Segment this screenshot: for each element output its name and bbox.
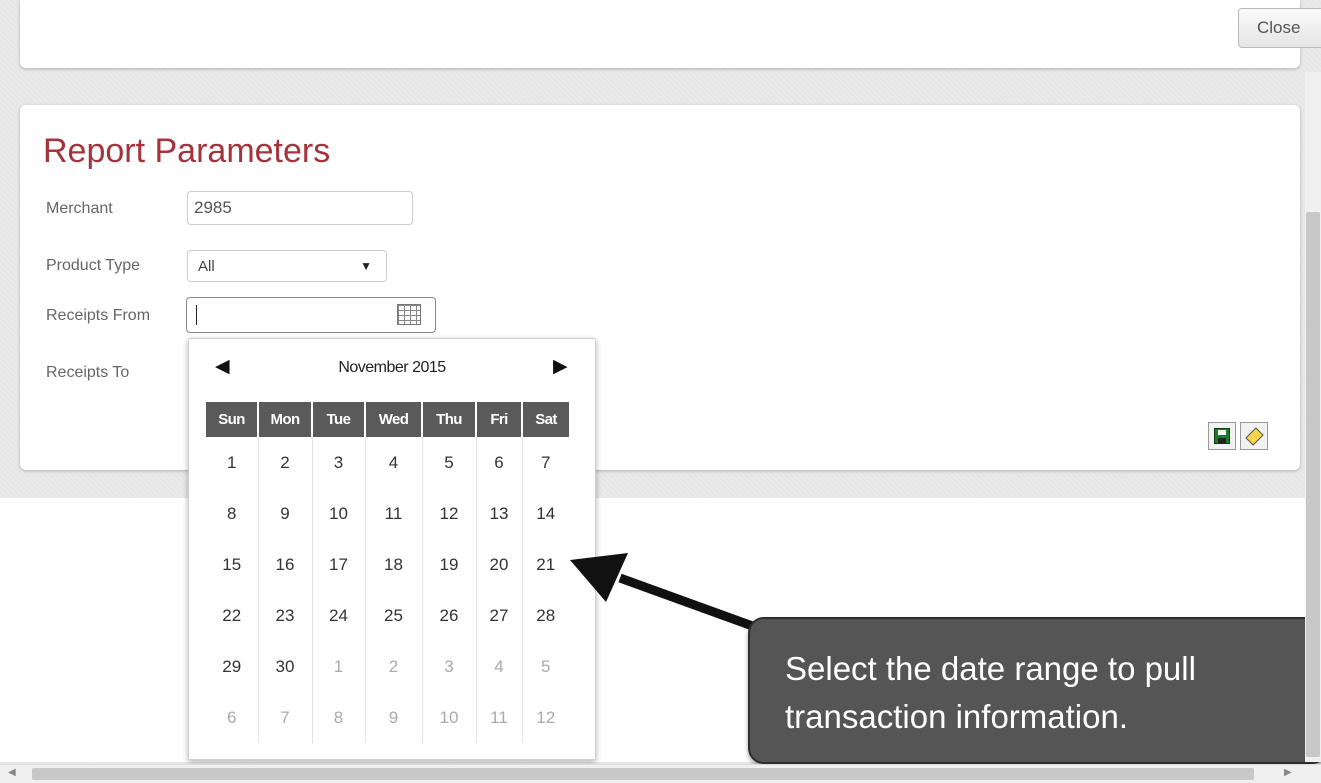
calendar-day-other-month[interactable]: 12 [521, 692, 569, 743]
calendar-day-other-month[interactable]: 7 [257, 692, 312, 743]
weekday-header: Tue [311, 402, 365, 437]
calendar-day[interactable]: 19 [421, 539, 476, 590]
calendar-day[interactable]: 14 [521, 488, 569, 539]
merchant-input[interactable] [187, 191, 413, 225]
calendar-day[interactable]: 8 [206, 488, 258, 539]
calendar-day[interactable]: 26 [421, 590, 476, 641]
product-type-select[interactable]: All ▼ [187, 250, 387, 282]
calendar-day[interactable]: 1 [206, 437, 258, 488]
next-month-icon[interactable]: ▶ [553, 355, 568, 378]
calendar-day[interactable]: 4 [364, 437, 422, 488]
callout-text: Select the date range to pull transactio… [785, 650, 1196, 735]
receipts-from-label: Receipts From [46, 307, 151, 324]
calendar-day[interactable]: 29 [206, 641, 258, 692]
calendar-day[interactable]: 23 [257, 590, 312, 641]
calendar-day[interactable]: 20 [475, 539, 522, 590]
calendar-day[interactable]: 28 [521, 590, 569, 641]
calendar-day-other-month[interactable]: 9 [364, 692, 422, 743]
calendar-day[interactable]: 9 [257, 488, 312, 539]
calendar-day-other-month[interactable]: 2 [364, 641, 422, 692]
calendar-day[interactable]: 21 [521, 539, 569, 590]
calendar-week: 6 7 8 9 10 11 12 [206, 692, 569, 743]
weekday-header: Mon [257, 402, 312, 437]
product-type-label: Product Type [46, 257, 140, 274]
calendar-icon[interactable] [397, 304, 421, 325]
chevron-down-icon: ▼ [360, 259, 372, 273]
calendar-week: 29 30 1 2 3 4 5 [206, 641, 569, 692]
calendar-day[interactable]: 27 [475, 590, 522, 641]
calendar-day[interactable]: 3 [311, 437, 365, 488]
month-title: November 2015 [338, 359, 446, 376]
calendar-day[interactable]: 17 [311, 539, 365, 590]
calendar-day[interactable]: 18 [364, 539, 422, 590]
text-cursor [196, 305, 197, 325]
calendar-day-other-month[interactable]: 3 [421, 641, 476, 692]
calendar-day-other-month[interactable]: 4 [475, 641, 522, 692]
calendar-day-other-month[interactable]: 6 [206, 692, 258, 743]
calendar-day[interactable]: 7 [521, 437, 569, 488]
merchant-label: Merchant [46, 200, 113, 217]
vertical-scrollbar[interactable] [1305, 72, 1321, 762]
calendar-grid: Sun Mon Tue Wed Thu Fri Sat 1 2 3 4 5 6 … [206, 402, 569, 743]
vertical-scroll-thumb[interactable] [1306, 212, 1320, 757]
calendar-day[interactable]: 16 [257, 539, 312, 590]
eraser-icon[interactable] [1240, 422, 1268, 450]
weekday-header: Fri [475, 402, 522, 437]
calendar-day[interactable]: 15 [206, 539, 258, 590]
close-button[interactable]: Close [1238, 8, 1321, 48]
weekday-row: Sun Mon Tue Wed Thu Fri Sat [206, 402, 569, 437]
calendar-day[interactable]: 2 [257, 437, 312, 488]
product-type-value: All [198, 258, 215, 275]
scroll-right-icon[interactable]: ▶ [1284, 767, 1292, 778]
calendar-day[interactable]: 25 [364, 590, 422, 641]
floppy-shutter [1218, 438, 1226, 443]
top-panel [20, 0, 1300, 68]
calendar-day-other-month[interactable]: 11 [475, 692, 522, 743]
receipts-to-label: Receipts To [46, 364, 130, 381]
calendar-week: 22 23 24 25 26 27 28 [206, 590, 569, 641]
datepicker: ◀ November 2015 ▶ Sun Mon Tue Wed Thu Fr… [188, 338, 596, 760]
calendar-day-other-month[interactable]: 8 [311, 692, 365, 743]
calendar-day-other-month[interactable]: 10 [421, 692, 476, 743]
eraser-body [1245, 427, 1264, 446]
calendar-day[interactable]: 5 [421, 437, 476, 488]
calendar-day-other-month[interactable]: 5 [521, 641, 569, 692]
floppy-label [1218, 430, 1226, 435]
weekday-header: Sun [206, 402, 258, 437]
calendar-week: 15 16 17 18 19 20 21 [206, 539, 569, 590]
calendar-week: 8 9 10 11 12 13 14 [206, 488, 569, 539]
weekday-header: Sat [521, 402, 569, 437]
horizontal-scrollbar[interactable]: ◀ ▶ [0, 764, 1321, 783]
calendar-day[interactable]: 24 [311, 590, 365, 641]
calendar-day[interactable]: 11 [364, 488, 422, 539]
horizontal-scroll-thumb[interactable] [32, 768, 1254, 780]
calendar-day[interactable]: 10 [311, 488, 365, 539]
weekday-header: Wed [364, 402, 422, 437]
calendar-day[interactable]: 12 [421, 488, 476, 539]
calendar-week: 1 2 3 4 5 6 7 [206, 437, 569, 488]
weekday-header: Thu [421, 402, 476, 437]
save-icon[interactable] [1208, 422, 1236, 450]
callout-box: Select the date range to pull transactio… [748, 617, 1321, 764]
calendar-day-other-month[interactable]: 1 [311, 641, 365, 692]
calendar-day[interactable]: 13 [475, 488, 522, 539]
calendar-day[interactable]: 30 [257, 641, 312, 692]
receipts-from-input[interactable] [186, 297, 436, 333]
calendar-day[interactable]: 6 [475, 437, 522, 488]
calendar-day[interactable]: 22 [206, 590, 258, 641]
scroll-left-icon[interactable]: ◀ [8, 767, 16, 778]
panel-title: Report Parameters [43, 132, 331, 170]
